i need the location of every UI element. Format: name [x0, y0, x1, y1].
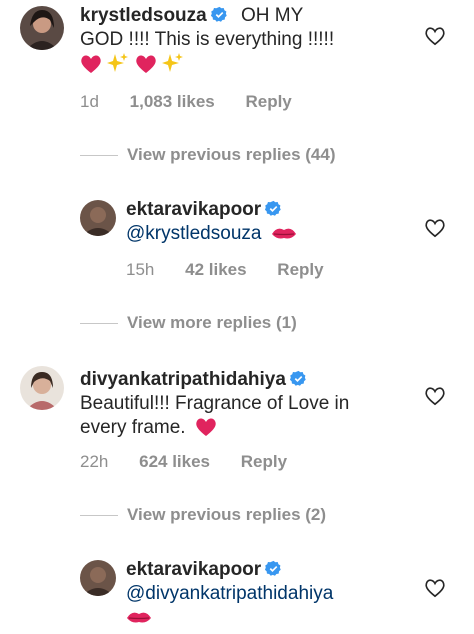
comment-text-line1: Beautiful!!! Fragrance of Love in	[80, 393, 350, 414]
sparkles-emoji	[107, 52, 129, 81]
kiss-mark-emoji	[271, 225, 297, 250]
comment-body: krystledsouza OH MY GOD !!!! This is eve…	[80, 4, 410, 81]
red-heart-emoji	[80, 54, 102, 81]
reply-button[interactable]: Reply	[241, 452, 287, 471]
comment-age: 22h	[80, 452, 109, 471]
comment-text-line2: every frame.	[80, 417, 186, 438]
verified-badge-icon	[289, 370, 307, 387]
verified-badge-icon	[265, 200, 282, 217]
red-heart-emoji	[195, 417, 217, 444]
username[interactable]: ektaravikapoor	[126, 559, 261, 580]
username[interactable]: divyankatripathidahiya	[80, 369, 286, 390]
comment-body: divyankatripathidahiya Beautiful!!! Frag…	[80, 368, 410, 444]
comment-body: ektaravikapoor @krystledsouza	[126, 198, 406, 250]
username[interactable]: ektaravikapoor	[126, 199, 261, 220]
view-replies-button[interactable]: View more replies (1)	[127, 313, 297, 333]
likes-count[interactable]: 42 likes	[185, 260, 246, 279]
verified-badge-icon	[265, 560, 282, 577]
view-replies-button[interactable]: View previous replies (2)	[127, 505, 326, 525]
comment-body: ektaravikapoor @divyankatripathidahiya	[126, 558, 416, 634]
mention-link[interactable]: @divyankatripathidahiya	[126, 583, 333, 604]
avatar[interactable]	[80, 560, 116, 596]
kiss-mark-emoji	[126, 609, 152, 634]
likes-count[interactable]: 624 likes	[139, 452, 210, 471]
verified-badge-icon	[210, 6, 228, 23]
mention-link[interactable]: @krystledsouza	[126, 223, 261, 244]
view-replies-button[interactable]: View previous replies (44)	[127, 145, 336, 165]
comment-age: 15h	[126, 260, 155, 279]
reply-button[interactable]: Reply	[277, 260, 323, 279]
divider	[80, 515, 118, 516]
comment-meta: 1d 1,083 likes Reply	[80, 92, 318, 112]
divider	[80, 155, 118, 156]
red-heart-emoji	[135, 54, 157, 81]
username[interactable]: krystledsouza	[80, 5, 207, 26]
comment-text-line1: OH MY	[241, 5, 304, 26]
comment-text-line2: GOD !!!! This is everything !!!!!	[80, 29, 335, 50]
avatar[interactable]	[20, 366, 64, 410]
heart-outline-icon[interactable]	[424, 218, 446, 238]
heart-outline-icon[interactable]	[424, 386, 446, 406]
emoji-row	[80, 53, 184, 75]
comment-age: 1d	[80, 92, 99, 111]
heart-outline-icon[interactable]	[424, 578, 446, 598]
avatar[interactable]	[20, 6, 64, 50]
reply-button[interactable]: Reply	[245, 92, 291, 111]
heart-outline-icon[interactable]	[424, 26, 446, 46]
comment-meta: 15h 42 likes Reply	[126, 260, 350, 280]
likes-count[interactable]: 1,083 likes	[130, 92, 215, 111]
avatar[interactable]	[80, 200, 116, 236]
sparkles-emoji	[161, 52, 184, 81]
divider	[80, 323, 118, 324]
comment-meta: 22h 624 likes Reply	[80, 452, 313, 472]
